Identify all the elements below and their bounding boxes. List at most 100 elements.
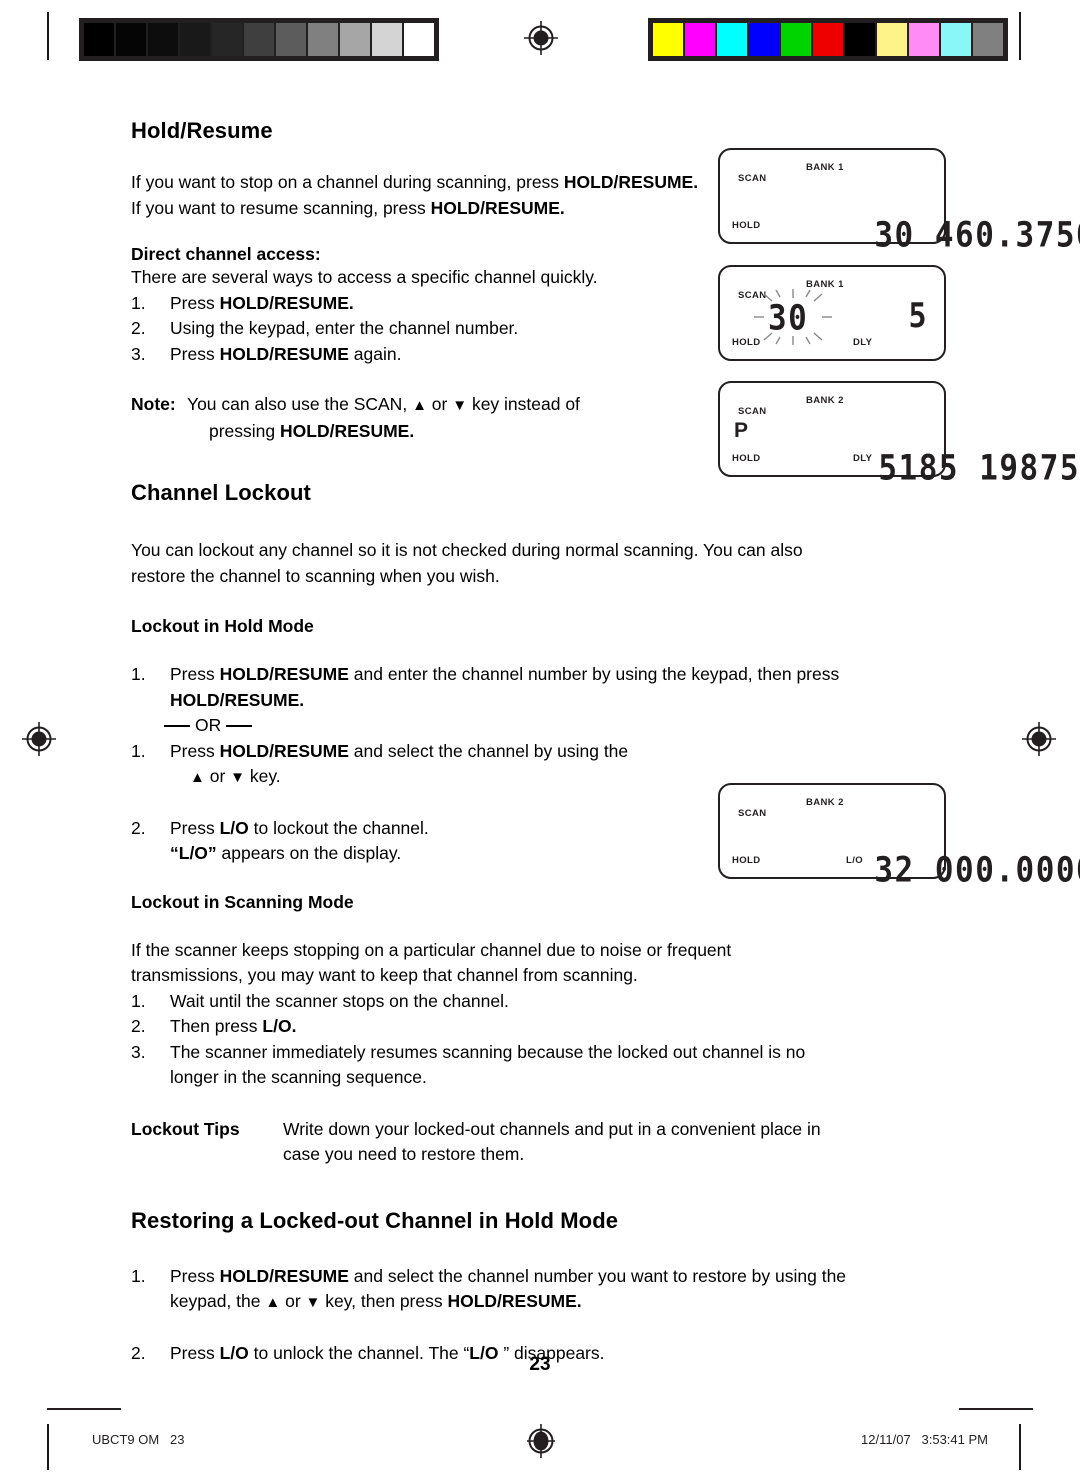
lcd-frequency-digits: 19875 [979, 448, 1080, 489]
lcd-channel-digits: 32 [874, 850, 915, 891]
lcd-frequency-digits: 460.3750 [934, 215, 1080, 256]
list-item: 2. Using the keypad, enter the channel nu… [131, 316, 711, 342]
list-text-cont: longer in the scanning sequence. [170, 1067, 427, 1087]
restoring-line2-c: key, then press [320, 1291, 448, 1311]
arrow-down-icon [306, 1294, 321, 1311]
list-marker: 2. [131, 817, 146, 838]
list-bold: L/O [219, 817, 249, 838]
hold-resume-paragraph-2: If you want to resume scanning, press HO… [131, 196, 711, 222]
lcd-display-hold-resume-channel: SCAN HOLD BANK 1 30 460.3750 [718, 148, 1080, 255]
list-item: 3. The scanner immediately resumes scanni… [131, 1040, 949, 1091]
lcd-scan-indicator: SCAN [738, 406, 767, 417]
manual-page: Hold/Resume If you want to stop on a cha… [0, 0, 1080, 1476]
lcd-digit-space [915, 850, 935, 890]
list-bold: HOLD/RESUME. [219, 292, 354, 313]
list-marker: 3. [131, 343, 146, 364]
list-text-post: to lockout the channel. [248, 817, 429, 838]
lockout-tips-label: Lockout Tips [131, 1118, 240, 1139]
list-item: 2. Then press L/O. [131, 1014, 949, 1040]
lcd-priority-prefix: P [734, 419, 749, 442]
list-text: Using the keypad, enter the channel numb… [170, 318, 519, 338]
lcd-channel-and-frequency: 5185 19875 [764, 413, 1080, 519]
list-marker: 2. [131, 318, 146, 338]
hold-resume-p1-bold: HOLD/RESUME. [563, 172, 699, 192]
list-text: Press [170, 817, 220, 838]
scanning-intro-line2: transmissions, you may want to keep that… [131, 965, 638, 985]
list-item: 1. Press HOLD/RESUME. [131, 291, 711, 317]
list-bold-1: HOLD/RESUME [219, 1265, 349, 1286]
restoring-line2-a: keypad, the [170, 1291, 266, 1311]
arrow-down-icon [452, 397, 467, 414]
list-bold: HOLD/RESUME [219, 740, 349, 761]
list-marker: 1. [131, 664, 146, 684]
lcd-hold-indicator: HOLD [732, 220, 761, 231]
subheading-lockout-in-hold-mode: Lockout in Hold Mode [131, 616, 314, 636]
hold-resume-p2-text: If you want to resume scanning, press [131, 197, 431, 218]
lcd-channel-digits-blinking: 30 [768, 298, 809, 339]
list-marker: 3. [131, 1041, 146, 1062]
lcd-digit-space [915, 215, 935, 255]
note-text-b: or [426, 394, 453, 414]
lockout-tips-line2: case you need to restore them. [283, 1144, 525, 1164]
direct-access-step-list: 1. Press HOLD/RESUME. 2. Using the keypad,… [131, 291, 711, 368]
lcd-right-digit: 5 [908, 297, 928, 337]
list-item: 3. Press HOLD/RESUME again. [131, 342, 711, 368]
hold-resume-p2-bold: HOLD/RESUME. [430, 197, 565, 218]
lo-appears-text: appears on the display. [216, 843, 402, 863]
registration-target-icon-footer [527, 1424, 555, 1458]
list-text: Press [170, 740, 220, 761]
footer-trim-left [47, 1424, 49, 1470]
list-bold: L/O. [262, 1016, 297, 1036]
lcd-bank-indicator: BANK 1 [806, 162, 844, 173]
section-heading-restoring-locked-out-channel: Restoring a Locked-out Channel in Hold M… [131, 1207, 619, 1233]
list-text-post: again. [348, 343, 402, 364]
channel-lockout-intro-line2: restore the channel to scanning when you… [131, 565, 500, 586]
list-marker: 1. [131, 292, 146, 313]
list-text: Wait until the scanner stops on the chan… [170, 990, 509, 1011]
lcd-display-bank2-channel: SCAN HOLD BANK 2 DLY P 5185 19875 [718, 381, 1079, 488]
lcd-digit-space [959, 448, 979, 488]
or-rule-left [164, 725, 190, 727]
lcd-channel-digits: 5185 [878, 448, 960, 489]
arrow-up-icon [265, 1294, 280, 1311]
list-marker: 1. [131, 740, 146, 761]
restoring-line2-b: or [280, 1291, 306, 1311]
alt-line2-post: key. [245, 766, 281, 786]
lcd-channel-digits: 30 [874, 215, 915, 256]
lcd-channel-and-frequency: 32 000.0000 [760, 815, 1080, 921]
list-text: Press [170, 343, 220, 364]
lockout-tips-block: Lockout Tips Write down your locked-out … [131, 1117, 949, 1168]
section-heading-hold-resume: Hold/Resume [131, 118, 273, 143]
list-text: Press [170, 664, 220, 684]
footer-trim-right [1019, 1424, 1021, 1470]
note-line2-bold: HOLD/RESUME. [280, 420, 415, 441]
lockout-scanning-step-list: 1. Wait until the scanner stops on the ch… [131, 989, 949, 1091]
or-rule-right [226, 725, 253, 727]
footer-rule-left [47, 1408, 121, 1410]
note-text-a: You can also use the SCAN, [187, 394, 413, 414]
lcd-display-direct-channel-entry: SCAN HOLD BANK 1 DLY 30 5 [718, 265, 946, 361]
list-bold-2: HOLD/RESUME. [170, 689, 305, 710]
arrow-up-icon [190, 769, 205, 786]
list-text-post: and select the channel by using the [348, 740, 629, 761]
list-text-mid: and select the channel number you want t… [348, 1265, 847, 1286]
lcd-bank-indicator: BANK 2 [806, 395, 844, 406]
list-text: Then press [170, 1016, 263, 1036]
footer-rule-right [959, 1408, 1033, 1410]
list-item: 1. Press HOLD/RESUME and enter the channe… [131, 662, 949, 713]
footer-file-label: UBCT9 OM 23 [92, 1432, 185, 1447]
or-label: OR [195, 715, 222, 735]
list-item: 1. Wait until the scanner stops on the ch… [131, 989, 949, 1015]
list-marker: 1. [131, 990, 146, 1011]
lcd-dly-indicator: DLY [853, 337, 873, 348]
lockout-tips-line1: Write down your locked-out channels and … [283, 1118, 821, 1139]
list-bold-1: HOLD/RESUME [219, 664, 349, 684]
list-text: The scanner immediately resumes scanning… [170, 1041, 806, 1062]
or-divider: OR [131, 713, 949, 739]
channel-lockout-intro-line1: You can lockout any channel so it is not… [131, 540, 803, 560]
note-line2-text: pressing [209, 420, 281, 441]
list-text: Press [170, 1265, 220, 1286]
note-text-c: key instead of [467, 394, 580, 414]
hold-resume-paragraph-1: If you want to stop on a channel during … [131, 170, 711, 196]
restoring-step-list: 1. Press HOLD/RESUME and select the chann… [131, 1264, 949, 1316]
